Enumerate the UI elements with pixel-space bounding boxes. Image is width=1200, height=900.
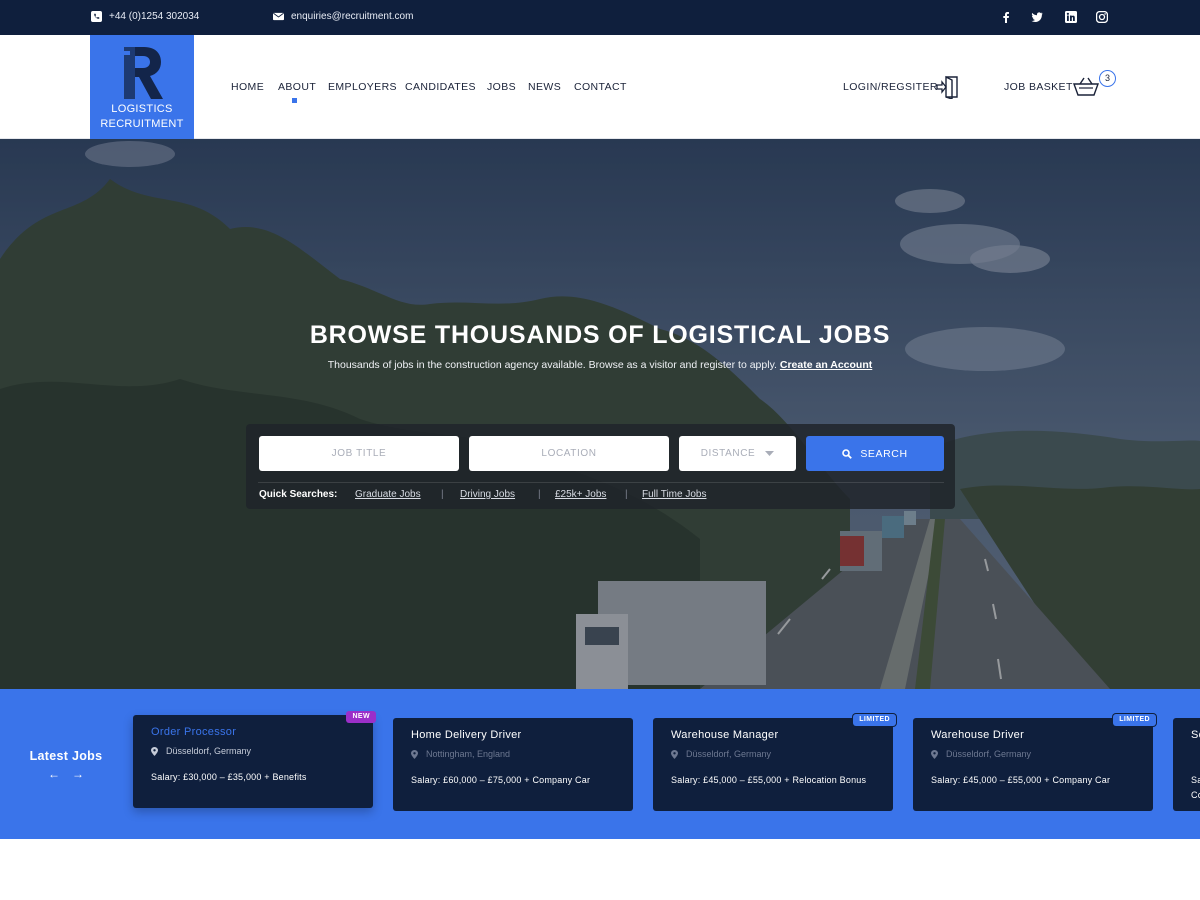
job-title[interactable]: Warehouse Driver [931,729,1024,741]
login-register-link[interactable]: LOGIN/REGSITER [843,81,938,93]
job-basket-link[interactable]: JOB BASKET [1004,81,1073,93]
distance-label: DISTANCE [700,448,756,459]
phone-icon [91,11,102,22]
nav-home[interactable]: HOME [231,81,264,93]
map-pin-icon [151,746,158,756]
hero-subtitle: Thousands of jobs in the construction ag… [0,359,1200,371]
logo-r-mark [118,47,163,99]
job-title-input[interactable]: JOB TITLE [259,436,459,471]
job-card[interactable]: Warehouse Driver Düsseldorf, Germany Sal… [913,714,1156,811]
quick-search-full-time[interactable]: Full Time Jobs [642,489,706,500]
job-card-partial[interactable]: Se Sa Co [1173,718,1200,811]
basket-count-badge: 3 [1099,70,1116,87]
hero-subtitle-text: Thousands of jobs in the construction ag… [327,359,777,371]
site-header: LOGISTICS RECRUITMENT HOME ABOUT EMPLOYE… [0,35,1200,139]
job-salary: Salary: £45,000 – £55,000 + Company Car [931,775,1111,785]
twitter-icon[interactable] [1030,10,1044,24]
latest-jobs-title: Latest Jobs [29,749,103,763]
hero-section: BROWSE THOUSANDS OF LOGISTICAL JOBS Thou… [0,139,1200,689]
job-title[interactable]: Order Processor [151,726,236,738]
quick-search-25k[interactable]: £25k+ Jobs [555,489,606,500]
location-input[interactable]: LOCATION [469,436,669,471]
map-pin-icon [931,749,938,759]
search-button[interactable]: SEARCH [806,436,944,471]
nav-news[interactable]: NEWS [528,81,561,93]
search-button-label: SEARCH [860,447,908,460]
nav-contact[interactable]: CONTACT [574,81,627,93]
nav-active-indicator [292,98,297,103]
quick-searches-label: Quick Searches: [259,489,338,500]
search-icon [842,448,853,459]
basket-icon[interactable] [1073,77,1099,97]
job-location: Düsseldorf, Germany [671,749,771,759]
carousel-arrows: ← → [48,767,88,781]
latest-jobs-section: Latest Jobs ← → Order Processor Düsseldo… [0,689,1200,839]
job-title[interactable]: Warehouse Manager [671,729,778,741]
job-card[interactable]: Home Delivery Driver Nottingham, England… [393,718,633,811]
job-location-text: Nottingham, England [426,749,511,759]
arrow-right-icon[interactable]: → [72,767,84,781]
hero-overlay [0,139,1200,689]
email-address: enquiries@recruitment.com [291,11,414,22]
nav-candidates[interactable]: CANDIDATES [405,81,476,93]
nav-employers[interactable]: EMPLOYERS [328,81,397,93]
login-icon[interactable] [936,75,960,99]
job-location-text: Düsseldorf, Germany [946,749,1032,759]
hero-title: BROWSE THOUSANDS OF LOGISTICAL JOBS [309,321,891,349]
map-pin-icon [671,749,678,759]
phone-number: +44 (0)1254 302034 [109,11,200,22]
quick-search-separator: | [538,489,541,500]
limited-badge: LIMITED [853,714,896,726]
facebook-icon[interactable] [999,10,1013,24]
job-title[interactable]: Home Delivery Driver [411,729,522,741]
top-bar: +44 (0)1254 302034 enquiries@recruitment… [0,0,1200,35]
job-card[interactable]: Order Processor Düsseldorf, Germany Sala… [133,711,376,808]
quick-search-driving[interactable]: Driving Jobs [460,489,515,500]
quick-search-separator: | [441,489,444,500]
job-location-text: Düsseldorf, Germany [166,746,252,756]
job-location-text: Düsseldorf, Germany [686,749,772,759]
envelope-icon [273,12,284,21]
job-salary: Salary: £45,000 – £55,000 + Relocation B… [671,775,867,785]
job-salary: Salary: £30,000 – £35,000 + Benefits [151,772,307,782]
job-salary: Salary: £60,000 – £75,000 + Company Car [411,775,591,785]
chevron-down-icon [765,450,775,456]
quick-search-graduate[interactable]: Graduate Jobs [355,489,421,500]
job-location: Düsseldorf, Germany [151,746,251,756]
job-search-panel: JOB TITLE LOCATION DISTANCE SEARCH Quick… [246,424,955,509]
linkedin-icon[interactable] [1064,10,1078,24]
distance-select[interactable]: DISTANCE [679,436,796,471]
site-logo[interactable]: LOGISTICS RECRUITMENT [90,35,194,139]
instagram-icon[interactable] [1095,10,1109,24]
job-title[interactable]: Se [1191,729,1200,741]
job-location: Düsseldorf, Germany [931,749,1031,759]
new-badge: NEW [346,711,376,723]
logo-line-2: RECRUITMENT [100,118,184,130]
job-location: Nottingham, England [411,749,510,759]
logo-line-1: LOGISTICS [111,103,173,115]
map-pin-icon [411,749,418,759]
nav-jobs[interactable]: JOBS [487,81,516,93]
email-contact[interactable]: enquiries@recruitment.com [273,11,413,22]
nav-about[interactable]: ABOUT [278,81,316,93]
limited-badge: LIMITED [1113,714,1156,726]
job-salary: Sa Co [1191,775,1200,800]
phone-contact[interactable]: +44 (0)1254 302034 [91,11,199,22]
quick-search-separator: | [625,489,628,500]
quick-search-divider [258,482,944,483]
arrow-left-icon[interactable]: ← [48,767,60,781]
create-account-link[interactable]: Create an Account [780,359,872,371]
job-card[interactable]: Warehouse Manager Düsseldorf, Germany Sa… [653,714,896,811]
